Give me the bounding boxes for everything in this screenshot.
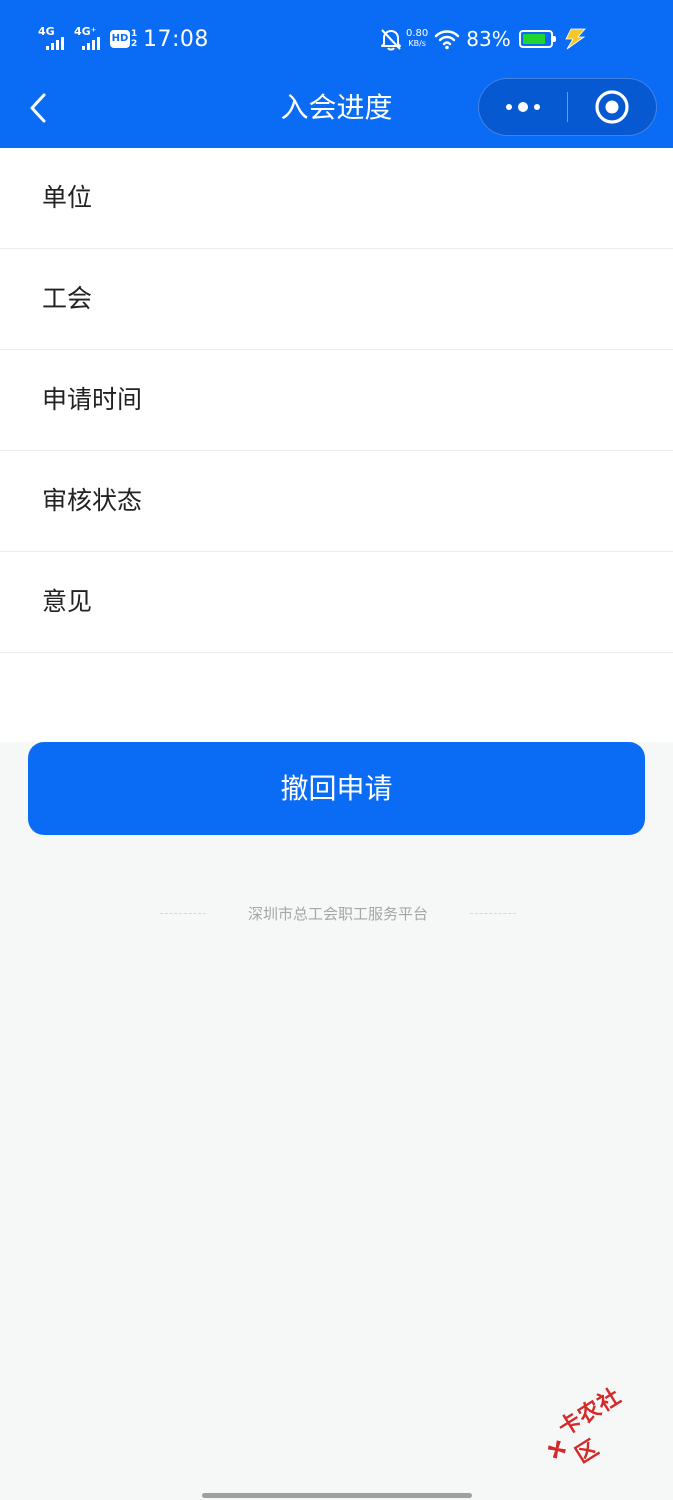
hd-voice-icon: HD [110, 30, 130, 48]
field-label: 工会 [42, 284, 93, 313]
network-speed: 0.80 KB/s [406, 29, 428, 49]
field-row-unit: 单位 [0, 148, 673, 249]
watermark: 卡农社区 [531, 1369, 658, 1482]
field-label: 单位 [42, 183, 93, 212]
field-label: 审核状态 [42, 486, 143, 515]
battery-icon [518, 30, 556, 48]
more-dots-icon [506, 102, 540, 112]
speed-value: 0.80 [406, 28, 429, 39]
withdraw-application-button[interactable]: 撤回申请 [28, 742, 645, 835]
signal-4g-plus-icon: 4G⁺ [74, 26, 104, 52]
membership-info-list: 单位 工会 申请时间 审核状态 意见 [0, 148, 673, 742]
app-header: 4G 4G⁺ HD 1 2 17:08 0.80 KB/s 83% 入会进度 [0, 0, 673, 148]
speed-unit: KB/s [408, 39, 426, 48]
hd-sub-label: 1 2 [131, 29, 138, 49]
footer-text: 深圳市总工会职工服务平台 [247, 904, 428, 923]
status-time: 17:08 [143, 26, 209, 52]
bell-off-icon [381, 29, 401, 51]
close-mini-program-button[interactable] [568, 79, 656, 135]
battery-percent: 83% [466, 27, 511, 51]
status-bar: 4G 4G⁺ HD 1 2 17:08 0.80 KB/s 83% [0, 0, 673, 78]
status-left: 4G 4G⁺ HD 1 2 17:08 [38, 24, 209, 54]
status-right: 0.80 KB/s 83% [380, 24, 589, 54]
field-row-review-status: 审核状态 [0, 451, 673, 552]
back-button[interactable] [18, 86, 58, 130]
chevron-left-icon [30, 93, 46, 123]
field-label: 申请时间 [42, 385, 143, 414]
field-row-opinion: 意见 [0, 552, 673, 653]
target-circle-icon [595, 90, 629, 124]
home-indicator[interactable] [202, 1493, 472, 1498]
charging-bolt-icon [565, 28, 586, 50]
footer: 深圳市总工会职工服务平台 [160, 900, 516, 926]
wifi-icon [435, 30, 460, 50]
footer-divider-right [469, 912, 516, 914]
footer-divider-left [160, 912, 206, 914]
field-row-apply-time: 申请时间 [0, 350, 673, 451]
more-menu-button[interactable] [479, 79, 567, 135]
field-row-union: 工会 [0, 249, 673, 350]
mini-program-capsule [478, 78, 657, 136]
signal-4g-icon: 4G [38, 26, 68, 52]
field-label: 意见 [42, 587, 93, 616]
